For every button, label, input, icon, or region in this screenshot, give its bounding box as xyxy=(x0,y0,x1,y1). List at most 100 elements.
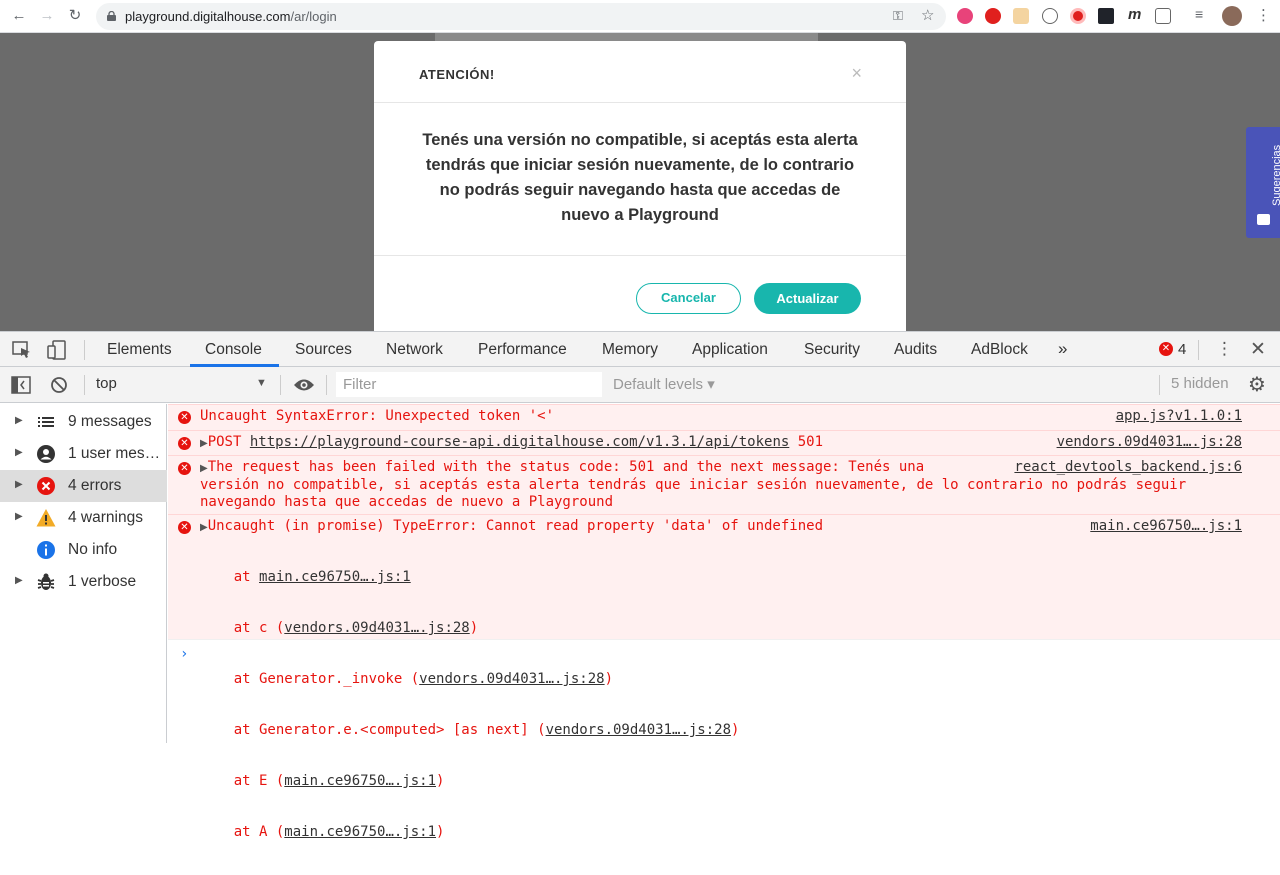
console-message: ✕ ▶Uncaught (in promise) TypeError: Cann… xyxy=(168,514,1280,840)
menu-icon[interactable]: ⋮ xyxy=(1256,6,1271,24)
sidebar-item-label: 4 warnings xyxy=(68,509,143,526)
inspect-icon[interactable] xyxy=(12,341,32,359)
close-icon[interactable]: × xyxy=(851,63,862,84)
expand-icon[interactable]: ▶ xyxy=(15,415,23,426)
context-selector[interactable]: top xyxy=(96,375,117,392)
star-icon[interactable]: ☆ xyxy=(921,6,934,24)
suggestions-label: Sugerencias xyxy=(1271,144,1280,206)
eye-icon[interactable] xyxy=(293,378,315,392)
extension-circle-icon[interactable] xyxy=(1042,8,1058,24)
console-output: ✕ Uncaught SyntaxError: Unexpected token… xyxy=(168,404,1280,840)
tab-audits[interactable]: Audits xyxy=(894,341,937,359)
extension-t-icon[interactable] xyxy=(957,8,973,24)
bug-icon xyxy=(37,573,55,590)
react-devtools-icon[interactable] xyxy=(1098,8,1114,24)
stack-link[interactable]: main.ce96750….js:1 xyxy=(284,824,436,840)
console-message: ✕ ▶The request has been failed with the … xyxy=(168,455,1280,514)
forward-icon[interactable]: → xyxy=(38,7,56,25)
device-toolbar-icon[interactable] xyxy=(47,340,69,360)
devtools-tabbar: Elements Console Sources Network Perform… xyxy=(0,332,1280,367)
expand-icon[interactable]: ▶ xyxy=(15,511,23,522)
tab-console[interactable]: Console xyxy=(205,341,262,359)
error-icon[interactable]: ✕ xyxy=(1159,342,1173,356)
error-icon: ✕ xyxy=(178,437,191,450)
kebab-menu-icon[interactable]: ⋮ xyxy=(1216,339,1233,359)
tab-performance[interactable]: Performance xyxy=(478,341,567,359)
console-message: ✕ ▶POST https://playground-course-api.di… xyxy=(168,430,1280,455)
extension-m-icon[interactable]: m xyxy=(1128,6,1141,23)
expand-icon[interactable]: ▶ xyxy=(15,447,23,458)
tab-security[interactable]: Security xyxy=(804,341,860,359)
sidebar-item-info[interactable]: No info xyxy=(0,534,167,566)
tab-network[interactable]: Network xyxy=(386,341,443,359)
sidebar-item-label: 1 verbose xyxy=(68,573,137,590)
update-button[interactable]: Actualizar xyxy=(754,283,861,314)
suggestions-tab[interactable]: Sugerencias xyxy=(1246,127,1280,238)
source-link[interactable]: app.js?v1.1.0:1 xyxy=(1116,408,1242,424)
camera-icon[interactable] xyxy=(1155,8,1171,24)
stack-frame: at E (main.ce96750….js:1) xyxy=(200,773,445,789)
info-icon xyxy=(37,541,55,559)
sidebar-item-errors[interactable]: ▶ 4 errors xyxy=(0,470,167,502)
console-toolbar: top ▼ Filter Default levels ▾ 5 hidden ⚙ xyxy=(0,367,1280,403)
clear-console-icon[interactable] xyxy=(50,376,68,394)
opera-icon[interactable] xyxy=(985,8,1001,24)
reload-icon[interactable]: ↻ xyxy=(66,7,84,25)
sidebar-item-warnings[interactable]: ▶ 4 warnings xyxy=(0,502,167,534)
stack-trace: at main.ce96750….js:1 at c (vendors.09d4… xyxy=(200,535,740,875)
message-text: ▶Uncaught (in promise) TypeError: Cannot… xyxy=(200,518,823,534)
tab-elements[interactable]: Elements xyxy=(107,341,172,359)
record-icon[interactable] xyxy=(1070,8,1086,24)
cancel-button[interactable]: Cancelar xyxy=(636,283,741,314)
levels-dropdown[interactable]: Default levels ▾ xyxy=(613,375,715,393)
expand-icon[interactable]: ▶ xyxy=(15,575,23,586)
message-text: ▶POST https://playground-course-api.digi… xyxy=(200,434,824,450)
expand-icon[interactable]: ▶ xyxy=(200,463,208,474)
error-count[interactable]: 4 xyxy=(1178,341,1186,358)
stack-link[interactable]: vendors.09d4031….js:28 xyxy=(284,620,469,636)
stack-link[interactable]: vendors.09d4031….js:28 xyxy=(546,722,731,738)
sidebar-item-verbose[interactable]: ▶ 1 verbose xyxy=(0,566,167,598)
expand-icon[interactable]: ▶ xyxy=(200,522,208,533)
gear-icon[interactable]: ⚙ xyxy=(1248,372,1266,397)
request-url-link[interactable]: https://playground-course-api.digitalhou… xyxy=(250,434,789,450)
sidebar-item-label: 9 messages xyxy=(68,413,152,430)
expand-icon[interactable]: ▶ xyxy=(15,479,23,490)
key-icon[interactable]: ⚿ xyxy=(893,8,903,24)
tab-adblock[interactable]: AdBlock xyxy=(971,341,1028,359)
alert-modal: ATENCIÓN! × Tenés una versión no compati… xyxy=(374,41,906,331)
expand-icon[interactable]: ▶ xyxy=(200,438,208,449)
console-sidebar: ▶ 9 messages ▶ 1 user mes… ▶ 4 errors ▶ … xyxy=(0,404,167,743)
tab-memory[interactable]: Memory xyxy=(602,341,658,359)
address-bar[interactable]: playground.digitalhouse.com/ar/login ⚿ ☆ xyxy=(96,3,946,30)
more-tabs-icon[interactable]: » xyxy=(1058,339,1067,359)
avatar[interactable] xyxy=(1222,6,1242,26)
stack-link[interactable]: main.ce96750….js:1 xyxy=(259,569,411,585)
chevron-down-icon[interactable]: ▼ xyxy=(256,377,267,389)
sidebar-item-user-messages[interactable]: ▶ 1 user mes… xyxy=(0,438,167,470)
message-text: Uncaught SyntaxError: Unexpected token '… xyxy=(200,408,555,424)
back-icon[interactable]: ← xyxy=(10,7,28,25)
tab-application[interactable]: Application xyxy=(692,341,768,359)
divider xyxy=(374,102,906,103)
stack-frame: at Generator._invoke (vendors.09d4031….j… xyxy=(200,671,614,687)
sidebar-item-messages[interactable]: ▶ 9 messages xyxy=(0,406,167,438)
stack-frame: at c (vendors.09d4031….js:28) xyxy=(200,620,479,636)
sidebar-toggle-icon[interactable] xyxy=(11,376,31,394)
stack-link[interactable]: vendors.09d4031….js:28 xyxy=(419,671,604,687)
list-icon xyxy=(38,417,54,427)
source-link[interactable]: vendors.09d4031….js:28 xyxy=(1057,434,1242,450)
source-link[interactable]: main.ce96750….js:1 xyxy=(1090,518,1242,534)
filter-input[interactable]: Filter xyxy=(336,372,602,397)
source-link[interactable]: react_devtools_backend.js:6 xyxy=(1014,459,1242,475)
stack-link[interactable]: main.ce96750….js:1 xyxy=(284,773,436,789)
url-text: playground.digitalhouse.com/ar/login xyxy=(125,9,337,24)
stack-frame: at main.ce96750….js:1 xyxy=(200,569,411,585)
browser-toolbar: ← → ↻ playground.digitalhouse.com/ar/log… xyxy=(0,0,1280,33)
close-devtools-icon[interactable]: ✕ xyxy=(1250,338,1266,361)
extension-card-icon[interactable] xyxy=(1013,8,1029,24)
sidebar-item-label: 1 user mes… xyxy=(68,445,161,462)
tab-sources[interactable]: Sources xyxy=(295,341,352,359)
console-prompt[interactable]: › xyxy=(180,646,188,662)
playlist-icon[interactable]: ≡ xyxy=(1195,6,1203,22)
